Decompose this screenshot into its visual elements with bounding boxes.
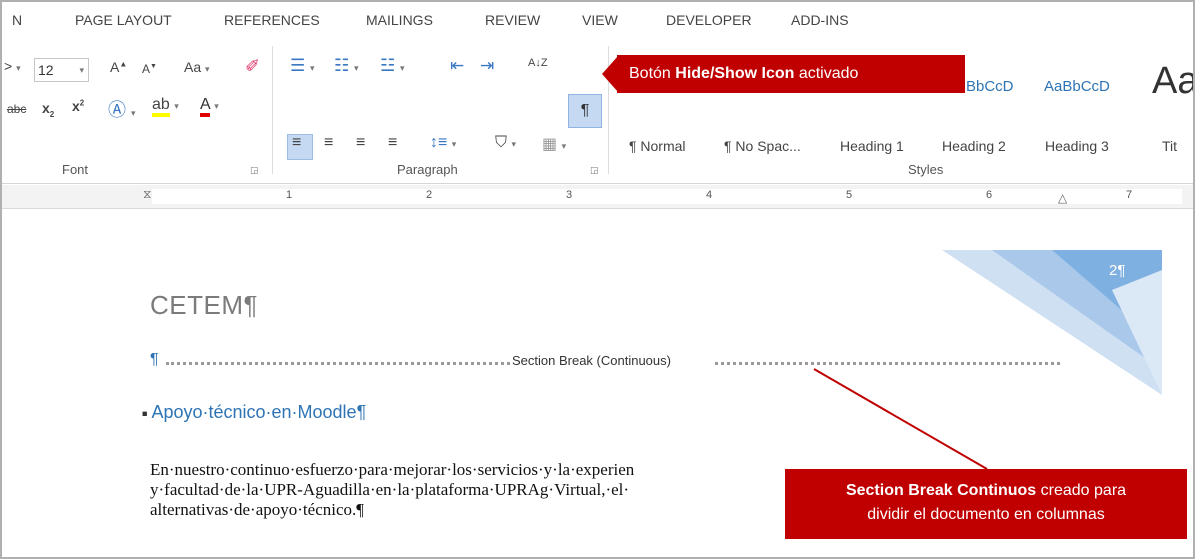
tab-partial[interactable]: N <box>12 12 22 28</box>
line-spacing-icon[interactable]: ↕≡ ▾ <box>430 134 456 152</box>
tab-references[interactable]: REFERENCES <box>224 12 320 28</box>
bullets-icon[interactable]: ☰ ▾ <box>290 56 315 76</box>
ruler-number: 3 <box>566 189 573 201</box>
font-size-dropdown[interactable]: 12 ▾ <box>34 58 89 82</box>
ribbon-tabs: N PAGE LAYOUT REFERENCES MAILINGS REVIEW… <box>2 2 1193 38</box>
decrease-indent-icon[interactable]: ⇤ <box>450 56 464 76</box>
sort-icon[interactable]: A↓Z <box>528 58 548 69</box>
multilevel-list-icon[interactable]: ☳ ▾ <box>380 56 405 76</box>
ruler-number: 4 <box>706 189 713 201</box>
subscript-button[interactable]: x2 <box>42 100 54 119</box>
tab-view[interactable]: VIEW <box>582 12 618 28</box>
document-heading: ■ Apoyo·técnico·en·Moodle¶ <box>142 402 367 422</box>
shrink-font-button[interactable]: A▼ <box>142 62 157 76</box>
superscript-button[interactable]: x2 <box>72 98 84 114</box>
font-group-label: Font <box>62 162 89 177</box>
document-title: CETEM¶ <box>150 290 258 320</box>
section-break-dots-left <box>166 362 510 365</box>
horizontal-ruler[interactable]: ⧖ 1 2 3 4 5 6 △ 7 <box>2 185 1193 209</box>
indent-marker-icon[interactable]: ⧖ <box>143 187 151 202</box>
shading-icon[interactable]: ⛉ ▾ <box>495 134 516 152</box>
highlight-color-icon[interactable]: ab ▾ <box>152 96 179 117</box>
justify-icon[interactable]: ≡ <box>388 134 397 152</box>
tab-add-ins[interactable]: ADD-INS <box>791 12 849 28</box>
ribbon: > ▾ 12 ▾ A▲ A▼ Aa ▾ ✐ abc x2 x2 Ⓐ ▾ ab ▾ … <box>2 38 1193 184</box>
body-line: En·nuestro·continuo·esfuerzo·para·mejora… <box>150 460 635 479</box>
show-hide-button[interactable]: ¶ <box>568 94 602 128</box>
tab-page-layout[interactable]: PAGE LAYOUT <box>75 12 172 28</box>
font-dialog-launcher-icon[interactable]: ◲ <box>250 165 259 176</box>
paragraph-dialog-launcher-icon[interactable]: ◲ <box>590 165 599 176</box>
style-no-spacing[interactable]: ¶ No Spac... <box>724 138 801 154</box>
text-effects-icon[interactable]: Ⓐ ▾ <box>108 96 136 122</box>
style-heading-3[interactable]: Heading 3 <box>1045 138 1109 154</box>
section-break[interactable]: ¶ Section Break (Continuous) <box>150 351 1060 371</box>
styles-group-label: Styles <box>908 162 944 177</box>
show-hide-callout: Botón Hide/Show Icon activado <box>617 55 965 93</box>
paragraph-group-label: Paragraph <box>397 162 458 177</box>
tab-developer[interactable]: DEVELOPER <box>666 12 752 28</box>
document-body: En·nuestro·continuo·esfuerzo·para·mejora… <box>150 460 850 520</box>
page-number: 2¶ <box>1109 262 1126 279</box>
style-normal[interactable]: ¶ Normal <box>629 138 686 154</box>
section-break-callout: Section Break Continuos creado para divi… <box>785 469 1187 539</box>
page-header-decoration <box>942 250 1162 395</box>
section-break-label: Section Break (Continuous) <box>510 353 673 368</box>
strikethrough-button[interactable]: abc <box>7 102 26 116</box>
ruler-number: 1 <box>286 189 293 201</box>
style-sample-heading[interactable]: AaBbCcD <box>1044 78 1110 95</box>
ruler-number: 7 <box>1126 189 1133 201</box>
style-heading-2[interactable]: Heading 2 <box>942 138 1006 154</box>
font-color-icon[interactable]: A ▾ <box>200 96 219 117</box>
change-case-button[interactable]: Aa ▾ <box>184 59 210 75</box>
align-center-icon[interactable]: ≡ <box>324 134 333 152</box>
tab-mailings[interactable]: MAILINGS <box>366 12 433 28</box>
style-sample-normal[interactable]: BbCcD <box>966 78 1014 95</box>
section-break-dots-right <box>715 362 1060 365</box>
style-title[interactable]: Tit <box>1162 138 1177 154</box>
callout-arrow <box>602 56 618 92</box>
ruler-track <box>152 189 1182 204</box>
section-break-pilcrow: ¶ <box>150 351 159 368</box>
increase-indent-icon[interactable]: ⇥ <box>480 56 494 76</box>
font-name-dropdown[interactable]: > ▾ <box>4 58 21 74</box>
numbering-icon[interactable]: ☷ ▾ <box>334 56 359 76</box>
grow-font-button[interactable]: A▲ <box>110 59 127 75</box>
tab-review[interactable]: REVIEW <box>485 12 540 28</box>
ruler-number: 2 <box>426 189 433 201</box>
body-line: alternativas·de·apoyo·técnico.¶ <box>150 500 364 519</box>
body-line: y·facultad·de·la·UPR-Aguadilla·en·la·pla… <box>150 480 630 499</box>
borders-icon[interactable]: ▦ ▾ <box>542 134 566 154</box>
right-indent-marker-icon[interactable]: △ <box>1058 191 1067 205</box>
group-divider <box>272 46 273 174</box>
align-right-icon[interactable]: ≡ <box>356 134 365 152</box>
align-left-icon: ≡ <box>292 134 302 151</box>
style-sample-title[interactable]: Aa <box>1152 60 1193 103</box>
ruler-number: 5 <box>846 189 853 201</box>
clear-formatting-icon[interactable]: ✐ <box>245 56 260 77</box>
ruler-number: 6 <box>986 189 993 201</box>
word-window: N PAGE LAYOUT REFERENCES MAILINGS REVIEW… <box>0 0 1195 559</box>
style-heading-1[interactable]: Heading 1 <box>840 138 904 154</box>
